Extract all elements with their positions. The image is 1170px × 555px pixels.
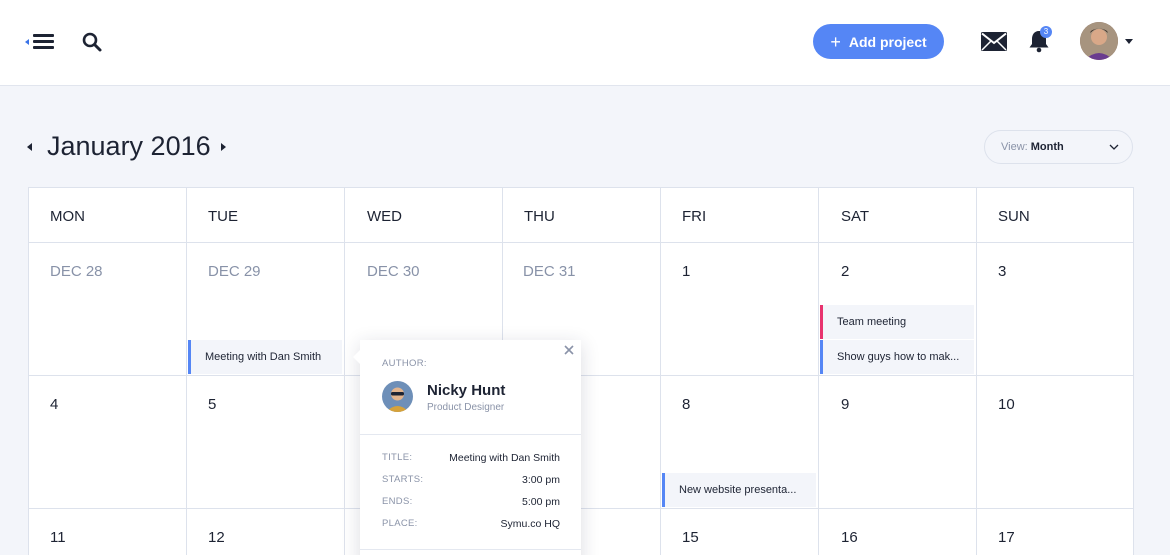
day-cell-label[interactable]: 15 [682, 529, 699, 546]
detail-label: PLACE: [382, 518, 418, 529]
detail-value: 3:00 pm [522, 474, 560, 486]
calendar-event[interactable]: Meeting with Dan Smith [188, 340, 342, 374]
day-cell-label[interactable]: 11 [50, 529, 66, 546]
day-cell-label[interactable]: 8 [682, 396, 690, 413]
day-cell-label[interactable]: DEC 31 [523, 263, 576, 280]
event-title: Show guys how to mak... [837, 351, 960, 363]
day-cell-label[interactable]: 3 [998, 263, 1006, 280]
author-name: Nicky Hunt [427, 382, 506, 399]
divider [360, 549, 581, 550]
weekday-header: THU [524, 208, 555, 225]
calendar-event[interactable]: Team meeting [820, 305, 974, 339]
weekday-header: WED [367, 208, 402, 225]
event-popover: AUTHOR: Nicky Hunt Product Designer TITL… [353, 340, 581, 555]
weekday-header: TUE [208, 208, 238, 225]
detail-row-starts: STARTS: 3:00 pm [382, 474, 560, 488]
day-cell-label[interactable]: 9 [841, 396, 849, 413]
detail-value: Symu.co HQ [500, 518, 560, 530]
caret-down-icon[interactable] [1125, 39, 1133, 44]
day-cell-label[interactable]: DEC 29 [208, 263, 261, 280]
menu-icon[interactable] [25, 31, 57, 53]
notification-badge: 3 [1040, 26, 1052, 38]
avatar[interactable] [1080, 22, 1118, 60]
detail-row-place: PLACE: Symu.co HQ [382, 518, 560, 532]
calendar-event[interactable]: New website presenta... [662, 473, 816, 507]
day-cell-label[interactable]: 2 [841, 263, 849, 280]
month-title: January 2016 [47, 131, 211, 161]
plus-icon: + [830, 31, 841, 52]
detail-label: TITLE: [382, 452, 413, 463]
day-cell-label[interactable]: 12 [208, 529, 225, 546]
day-cell-label[interactable]: 10 [998, 396, 1015, 413]
day-cell-label[interactable]: 1 [682, 263, 690, 280]
detail-label: ENDS: [382, 496, 413, 507]
weekday-header: SUN [998, 208, 1030, 225]
add-project-button[interactable]: + Add project [813, 24, 944, 59]
detail-label: STARTS: [382, 474, 424, 485]
author-avatar [382, 381, 413, 412]
day-cell-label[interactable]: 5 [208, 396, 216, 413]
event-color-stripe [662, 473, 665, 507]
mail-icon[interactable] [981, 32, 1007, 51]
day-cell-label[interactable]: DEC 30 [367, 263, 420, 280]
collapse-arrow [25, 39, 29, 45]
detail-value: 5:00 pm [522, 496, 560, 508]
event-title: Team meeting [837, 316, 907, 328]
add-project-label: Add project [848, 33, 927, 50]
day-cell-label[interactable]: 4 [50, 396, 58, 413]
weekday-header: FRI [682, 208, 707, 225]
prev-month-button[interactable] [27, 143, 32, 151]
author-label: AUTHOR: [382, 358, 427, 369]
weekday-header: SAT [841, 208, 870, 225]
view-value: Month [1030, 141, 1064, 153]
event-color-stripe [820, 305, 823, 339]
day-cell-label[interactable]: 16 [841, 529, 858, 546]
event-color-stripe [188, 340, 191, 374]
view-label: View: [1001, 141, 1028, 153]
event-color-stripe [820, 340, 823, 374]
popover-notch [353, 350, 360, 364]
author-role: Product Designer [427, 402, 505, 413]
divider [360, 434, 581, 435]
day-cell-label[interactable]: DEC 28 [50, 263, 103, 280]
view-select[interactable]: View: Month [984, 130, 1133, 164]
next-month-button[interactable] [221, 143, 226, 151]
detail-row-title: TITLE: Meeting with Dan Smith [382, 452, 560, 466]
view-select-text: View: Month [1001, 141, 1064, 153]
top-bar: + Add project 3 [0, 0, 1170, 86]
chevron-down-icon [1109, 144, 1119, 150]
calendar-event[interactable]: Show guys how to mak... [820, 340, 974, 374]
close-icon[interactable] [563, 344, 575, 356]
weekday-header: MON [50, 208, 85, 225]
search-icon[interactable] [81, 31, 103, 53]
detail-row-ends: ENDS: 5:00 pm [382, 496, 560, 510]
detail-value: Meeting with Dan Smith [449, 452, 560, 464]
calendar-grid: MON TUE WED THU FRI SAT SUN DEC 28 DEC 2… [28, 187, 1134, 555]
event-title: New website presenta... [679, 484, 797, 496]
day-cell-label[interactable]: 17 [998, 529, 1015, 546]
event-title: Meeting with Dan Smith [205, 351, 322, 363]
